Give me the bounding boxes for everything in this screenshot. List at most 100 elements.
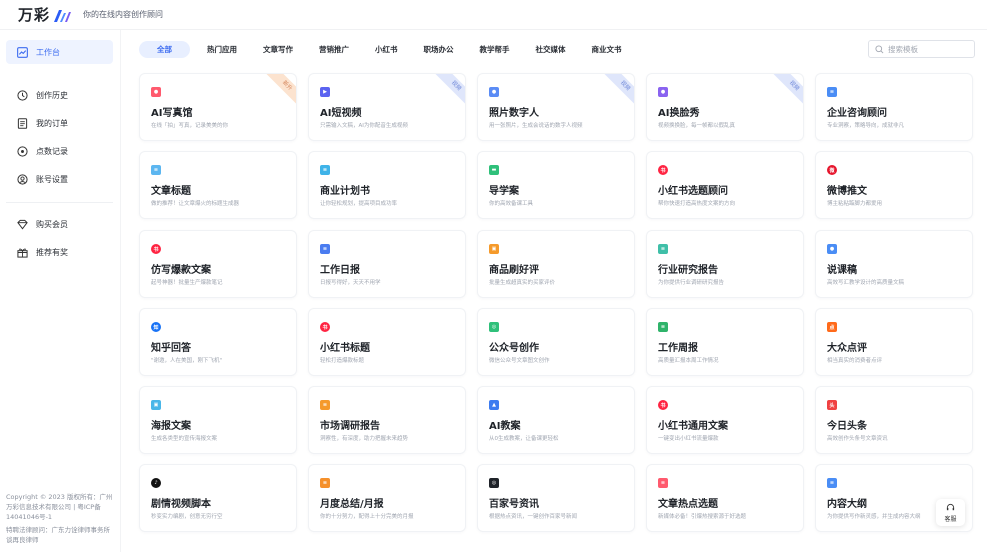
- top-header: 万彩 你的在线内容创作顾问: [0, 0, 987, 30]
- sidebar-item-label: 点数记录: [36, 146, 68, 156]
- search-icon: [875, 44, 884, 53]
- card-description: 让你轻松规划，提高项目成功率: [320, 201, 398, 207]
- graduation-icon: ▲: [489, 400, 499, 410]
- template-card[interactable]: ◎ 百家号资讯 根据热点资讯，一键创作百家号新闻: [477, 464, 635, 532]
- logo-text[interactable]: 万彩: [18, 4, 50, 25]
- tab-business-docs[interactable]: 商业文书: [583, 41, 631, 58]
- card-description: 为你提供行业调研研究报告: [658, 280, 725, 286]
- card-title: 小红书通用文案: [658, 421, 728, 432]
- card-description: 帮你快速打造高热度文案的方向: [658, 201, 736, 207]
- template-card[interactable]: ▶ AI短视频 只需输入文稿，AI为你配音生成视频 视频: [308, 73, 466, 141]
- template-card[interactable]: ▬ 导学案你的高效备课工具: [477, 151, 635, 219]
- tab-office[interactable]: 职场办公: [415, 41, 463, 58]
- dianping-icon: 点: [827, 322, 837, 332]
- search-input[interactable]: 搜索模板: [868, 40, 975, 58]
- template-card[interactable]: ≡ 工作周报 高质量汇报本周工作情况: [646, 308, 804, 376]
- template-card[interactable]: ≡ 工作日报 日报写得好，天天不用学: [308, 230, 466, 298]
- template-card[interactable]: ≡ 月度总结/月报你的十分努力，配得上十分完美的月报: [308, 464, 466, 532]
- card-description: 用一张照片，生成会说话的数字人视频: [489, 123, 583, 129]
- template-card[interactable]: ≡ 企业咨询顾问 专业洞察，策略导向，成就非凡: [815, 73, 973, 141]
- template-card[interactable]: ● 说课稿 高效写汇教学设计的高质量文稿: [815, 230, 973, 298]
- card-title: 仿写爆款文案: [151, 265, 211, 276]
- card-title: 小红书标题: [320, 343, 370, 354]
- template-card[interactable]: 书小红书选题顾问帮你快速打造高热度文案的方向: [646, 151, 804, 219]
- card-badge: 新升: [266, 74, 296, 107]
- template-card[interactable]: 书小红书标题 轻松打造爆款标题: [308, 308, 466, 376]
- slogan: 你的在线内容创作顾问: [83, 10, 164, 19]
- points-icon: [17, 145, 28, 157]
- template-card[interactable]: ≡ 行业研究报告 为你提供行业调研研究报告: [646, 230, 804, 298]
- tab-social-media[interactable]: 社交媒体: [527, 41, 575, 58]
- card-title: 今日头条: [827, 421, 867, 432]
- template-card[interactable]: 书仿写爆款文案 起号神器！批量生产爆款笔记: [139, 230, 297, 298]
- card-title: 文章标题: [151, 186, 191, 197]
- card-title: 月度总结/月报: [320, 499, 384, 510]
- chart-icon: [17, 46, 28, 58]
- monthly-icon: ≡: [320, 478, 330, 488]
- poster-icon: ▣: [151, 400, 161, 410]
- legal-text: 特聘法律顾问：广东力诠律师事务所谈再良律师: [6, 526, 110, 544]
- sidebar-item-label: 推荐有奖: [36, 247, 68, 257]
- sidebar-item-points[interactable]: 点数记录: [6, 139, 113, 163]
- customer-service-button[interactable]: 客服: [936, 499, 965, 526]
- template-card[interactable]: ▲ AI教案 从0生成教案，让备课更轻松: [477, 386, 635, 454]
- card-title: 企业咨询顾问: [827, 108, 887, 119]
- card-description: 你的十分努力，配得上十分完美的月报: [320, 514, 414, 520]
- logo-icon: [53, 8, 72, 22]
- sidebar-item-orders[interactable]: 我的订单: [6, 111, 113, 135]
- template-card[interactable]: ≡ 市场调研报告 洞察性，有深度，助力把握未来趋势: [308, 386, 466, 454]
- template-card[interactable]: ♪ 剧情视频脚本 秒变实力编剧，创意无穷行空: [139, 464, 297, 532]
- card-description: 你的高效备课工具: [489, 201, 534, 207]
- sidebar-item-workbench[interactable]: 工作台: [6, 40, 113, 64]
- template-card[interactable]: 头今日头条 高效创作头条号文章资讯: [815, 386, 973, 454]
- sidebar-item-history[interactable]: 创作历史: [6, 83, 113, 107]
- tiktok-icon: ♪: [151, 478, 161, 488]
- tab-article-writing[interactable]: 文章写作: [254, 41, 302, 58]
- card-title: 说课稿: [827, 265, 857, 276]
- face-swap-icon: ●: [658, 87, 668, 97]
- template-card[interactable]: ▣ 商品刷好评 批量生成超真实的买家评价: [477, 230, 635, 298]
- card-title: 市场调研报告: [320, 421, 380, 432]
- sidebar-item-account[interactable]: 账号设置: [6, 167, 113, 191]
- card-description: 轻松打造爆款标题: [320, 358, 365, 364]
- template-card[interactable]: ● 照片数字人 用一张照片，生成会说话的数字人视频 视频: [477, 73, 635, 141]
- sidebar-item-label: 账号设置: [36, 174, 68, 184]
- template-card[interactable]: 知知乎回答 "谢邀，人在美国，刚下飞机": [139, 308, 297, 376]
- card-description: 只需输入文稿，AI为你配音生成视频: [320, 123, 408, 129]
- card-description: 一键变出小红书流量爆款: [658, 436, 719, 442]
- sidebar-item-membership[interactable]: 购买会员: [6, 212, 113, 236]
- template-card[interactable]: ● AI写真馆 在线「拍」写真，记录美美的你 新升: [139, 73, 297, 141]
- card-description: 为你提供写作新灵感，并生成内容大纲: [827, 514, 921, 520]
- xhs-icon: 书: [658, 165, 668, 175]
- card-badge: 视频: [773, 74, 803, 107]
- template-card[interactable]: ● AI换脸秀 视频换换脸，每一帧都以假乱真 视频: [646, 73, 804, 141]
- card-description: 从0生成教案，让备课更轻松: [489, 436, 559, 442]
- template-card[interactable]: ≡ 文章热点选题 新媒体必备！引爆热搜索源于好选题: [646, 464, 804, 532]
- market-icon: ≡: [320, 400, 330, 410]
- tab-all[interactable]: 全部: [139, 41, 190, 58]
- toutiao-icon: 头: [827, 400, 837, 410]
- card-title: 小红书选题顾问: [658, 186, 728, 197]
- category-tabs: 全部 热门应用 文章写作 营销推广 小红书 职场办公 教学帮手 社交媒体 商业文…: [139, 41, 639, 58]
- template-card[interactable]: 微微博推文 博主粘粘踮脚力都爱用: [815, 151, 973, 219]
- zhihu-icon: 知: [151, 322, 161, 332]
- tab-hot-apps[interactable]: 热门应用: [198, 41, 246, 58]
- template-card[interactable]: 书小红书通用文案 一键变出小红书流量爆款: [646, 386, 804, 454]
- tab-teaching[interactable]: 教学帮手: [471, 41, 519, 58]
- template-card[interactable]: ◎ 公众号创作 微信公众号文章图文创作: [477, 308, 635, 376]
- headset-icon: [946, 503, 955, 510]
- card-title: 海报文案: [151, 421, 191, 432]
- template-card[interactable]: ≡ 文章标题 做的推荐！让文章爆火的标题生成器: [139, 151, 297, 219]
- sidebar-item-label: 工作台: [36, 47, 60, 57]
- sidebar-item-referral[interactable]: 推荐有奖: [6, 240, 113, 264]
- card-title: 大众点评: [827, 343, 867, 354]
- tab-xiaohongshu[interactable]: 小红书: [366, 41, 407, 58]
- template-card[interactable]: ≡ 商业计划书 让你轻松规划，提高项目成功率: [308, 151, 466, 219]
- study-icon: ▬: [489, 165, 499, 175]
- tab-marketing[interactable]: 营销推广: [310, 41, 358, 58]
- customer-service-label: 客服: [944, 515, 957, 523]
- card-title: 导学案: [489, 186, 519, 197]
- sidebar-item-label: 创作历史: [36, 90, 68, 100]
- template-card[interactable]: ▣ 海报文案 生成各类型的宣传海报文案: [139, 386, 297, 454]
- template-card[interactable]: 点大众点评 相当真实的消费者点评: [815, 308, 973, 376]
